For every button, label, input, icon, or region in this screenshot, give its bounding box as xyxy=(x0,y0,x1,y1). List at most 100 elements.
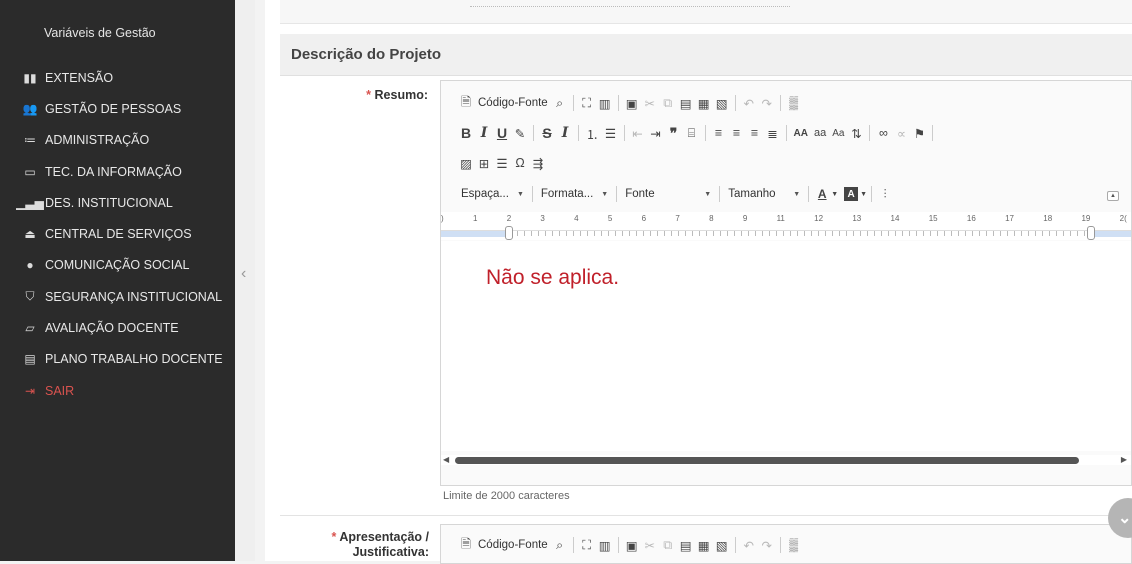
outdent-icon[interactable]: ⇤ xyxy=(629,123,647,143)
table-icon[interactable]: ⊞ xyxy=(475,153,493,173)
sidebar-item-label: SEGURANÇA INSTITUCIONAL xyxy=(45,289,223,304)
section-title: Descrição do Projeto xyxy=(291,46,442,63)
resumo-editor: 🗎 Código-Fonte ⌕ ⛶ ▥ ▣ ✂ ⧉ ▤ ▦ ▧ ↶ ↷ ▒ B… xyxy=(440,80,1132,486)
preview-icon[interactable]: ⌕ xyxy=(551,93,569,113)
scrollbar-thumb[interactable] xyxy=(455,457,1079,464)
sidebar: Variáveis de Gestão ▮▮ EXTENSÃO 👥 GESTÃO D… xyxy=(0,0,235,561)
chart-icon: ▁▃▅ xyxy=(16,195,44,210)
align-center-icon[interactable]: ≡ xyxy=(728,123,746,143)
sidebar-item-des-institucional[interactable]: ▁▃▅ DES. INSTITUCIONAL xyxy=(0,187,235,218)
sidebar-item-extensao[interactable]: ▮▮ EXTENSÃO xyxy=(0,62,235,93)
capitalize-icon[interactable]: Aa xyxy=(829,123,847,143)
character-limit-hint: Limite de 2000 caracteres xyxy=(443,490,570,502)
preview-icon[interactable]: ⌕ xyxy=(551,535,569,555)
board-icon: ▱ xyxy=(25,321,35,336)
show-blocks-icon[interactable]: ▥ xyxy=(596,93,614,113)
maximize-icon[interactable]: ⛶ xyxy=(578,93,596,113)
left-margin-handle[interactable] xyxy=(505,226,513,240)
text-color-button[interactable]: A xyxy=(813,184,831,204)
save-icon[interactable]: ▣ xyxy=(623,93,641,113)
italic-icon[interactable]: I xyxy=(475,123,493,143)
line-height-icon[interactable]: ⫶ xyxy=(876,184,894,204)
paste-word-icon[interactable]: ▧ xyxy=(713,535,731,555)
sidebar-item-administracao[interactable]: ≔ ADMINISTRAÇÃO xyxy=(0,125,235,156)
align-left-icon[interactable]: ≡ xyxy=(710,123,728,143)
align-right-icon[interactable]: ≡ xyxy=(746,123,764,143)
page-break-icon[interactable]: ▒ xyxy=(785,93,803,113)
link-icon[interactable]: ∞ xyxy=(874,123,892,143)
copy-format-icon[interactable]: ✎ xyxy=(511,123,529,143)
resumo-textarea[interactable]: Não se aplica. xyxy=(441,241,1131,451)
paste-word-icon[interactable]: ▧ xyxy=(713,93,731,113)
paste-text-icon[interactable]: ▦ xyxy=(695,535,713,555)
scroll-left-icon[interactable]: ◀ xyxy=(443,455,449,464)
redo-icon[interactable]: ↷ xyxy=(758,93,776,113)
uppercase-icon[interactable]: AA xyxy=(791,123,811,143)
editor-toolbar-row-2: B I U ✎ S I ⒈ ☰ ⇤ ⇥ ❞ ⌸ ≡ ≡ ≡ ≣ AA aa Aa… xyxy=(457,123,937,143)
anchor-flag-icon[interactable]: ⚑ xyxy=(910,123,928,143)
underline-icon[interactable]: U xyxy=(493,123,511,143)
paste-icon[interactable]: ▤ xyxy=(677,535,695,555)
remove-format-icon[interactable]: I xyxy=(556,123,574,143)
undo-icon[interactable]: ↶ xyxy=(740,93,758,113)
dropdown-arrow-icon[interactable]: ▼ xyxy=(831,191,838,198)
cut-icon[interactable]: ✂ xyxy=(641,93,659,113)
source-code-button[interactable]: Código-Fonte xyxy=(475,539,551,551)
copy-icon[interactable]: ⧉ xyxy=(659,93,677,113)
justify-icon[interactable]: ≣ xyxy=(764,123,782,143)
chevron-left-icon[interactable]: ‹ xyxy=(241,265,246,283)
source-code-icon[interactable]: 🗎 xyxy=(457,535,475,555)
background-color-button[interactable]: A xyxy=(844,187,859,201)
editor-toolbar-row-1: 🗎 Código-Fonte ⌕ ⛶ ▥ ▣ ✂ ⧉ ▤ ▦ ▧ ↶ ↷ ▒ xyxy=(457,535,803,555)
show-blocks-icon[interactable]: ▥ xyxy=(596,535,614,555)
source-code-icon[interactable]: 🗎 xyxy=(457,93,475,113)
sidebar-item-gestao-pessoas[interactable]: 👥 GESTÃO DE PESSOAS xyxy=(0,93,235,124)
sidebar-item-comunicacao-social[interactable]: ● COMUNICAÇÃO SOCIAL xyxy=(0,250,235,281)
cut-icon[interactable]: ✂ xyxy=(641,535,659,555)
bulleted-list-icon[interactable]: ☰ xyxy=(602,123,620,143)
numbered-list-icon[interactable]: ⒈ xyxy=(583,123,602,143)
maximize-icon[interactable]: ⛶ xyxy=(578,535,596,555)
transform-case-icon[interactable]: ⇅ xyxy=(847,123,865,143)
sidebar-item-sair[interactable]: ⇥ SAIR xyxy=(0,375,235,406)
list-style-icon[interactable]: ⇶ xyxy=(529,153,547,173)
paste-icon[interactable]: ▤ xyxy=(677,93,695,113)
indent-icon[interactable]: ⇥ xyxy=(647,123,665,143)
dropdown-arrow-icon[interactable]: ▼ xyxy=(860,191,867,198)
font-select[interactable]: Fonte ▼ xyxy=(621,188,715,200)
paste-text-icon[interactable]: ▦ xyxy=(695,93,713,113)
sidebar-item-avaliacao-docente[interactable]: ▱ AVALIAÇÃO DOCENTE xyxy=(0,312,235,343)
sidebar-item-label: CENTRAL DE SERVIÇOS xyxy=(45,227,192,242)
undo-icon[interactable]: ↶ xyxy=(740,535,758,555)
size-select[interactable]: Tamanho ▼ xyxy=(724,188,804,200)
strikethrough-icon[interactable]: S xyxy=(538,123,556,143)
special-char-icon[interactable]: Ω xyxy=(511,153,529,173)
extension-icon: ▮▮ xyxy=(23,70,37,85)
bold-icon[interactable]: B xyxy=(457,123,475,143)
sidebar-item-central-servicos[interactable]: ⏏ CENTRAL DE SERVIÇOS xyxy=(0,218,235,249)
save-icon[interactable]: ▣ xyxy=(623,535,641,555)
redo-icon[interactable]: ↷ xyxy=(758,535,776,555)
source-code-button[interactable]: Código-Fonte xyxy=(475,97,551,109)
unlink-icon[interactable]: ∝ xyxy=(892,123,910,143)
right-margin-handle[interactable] xyxy=(1087,226,1095,240)
comment-icon: ● xyxy=(26,258,34,273)
sidebar-item-seguranca-institucional[interactable]: ⛉ SEGURANÇA INSTITUCIONAL xyxy=(0,281,235,312)
sidebar-item-tec-informacao[interactable]: ▭ TEC. DA INFORMAÇÃO xyxy=(0,156,235,187)
format-select[interactable]: Formata... ▼ xyxy=(537,188,612,200)
page-break-icon[interactable]: ▒ xyxy=(785,535,803,555)
lowercase-icon[interactable]: aa xyxy=(811,123,829,143)
copy-icon[interactable]: ⧉ xyxy=(659,535,677,555)
spacing-select[interactable]: Espaça... ▼ xyxy=(457,188,528,200)
resumo-content: Não se aplica. xyxy=(486,266,620,289)
scroll-right-icon[interactable]: ▶ xyxy=(1121,455,1127,464)
sidebar-item-label: GESTÃO DE PESSOAS xyxy=(45,101,182,116)
image-icon[interactable]: ▨ xyxy=(457,153,475,173)
horizontal-line-icon[interactable]: ☰ xyxy=(493,153,511,173)
horizontal-scrollbar[interactable]: ◀ ▶ xyxy=(441,455,1131,465)
sidebar-item-variaveis-gestao[interactable]: Variáveis de Gestão xyxy=(44,26,156,40)
sidebar-item-plano-trabalho-docente[interactable]: ▤ PLANO TRABALHO DOCENTE xyxy=(0,344,235,375)
blockquote-icon[interactable]: ❞ xyxy=(665,123,683,143)
toolbar-collapse-icon[interactable]: ▲ xyxy=(1107,191,1119,201)
div-container-icon[interactable]: ⌸ xyxy=(683,123,701,143)
